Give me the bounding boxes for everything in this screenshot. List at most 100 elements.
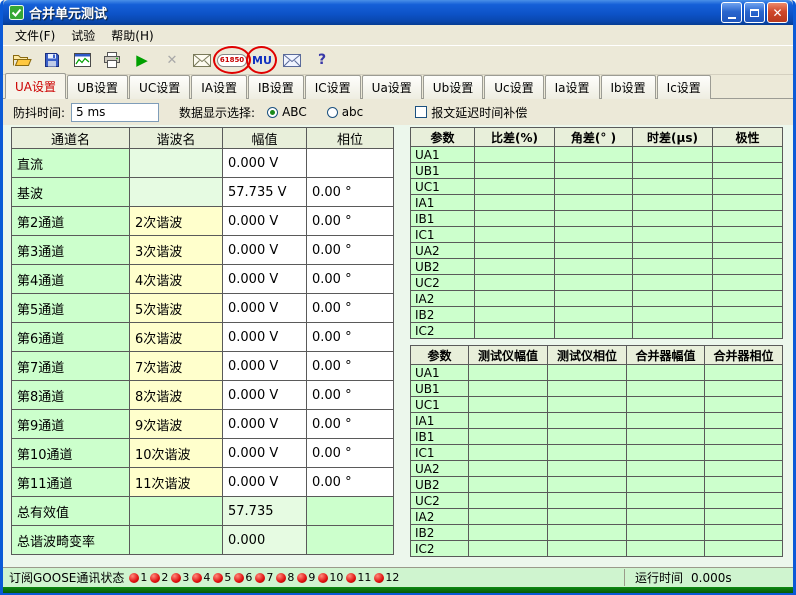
stop-button[interactable]: ✕	[159, 48, 185, 72]
amplitude-cell: 0.000 V	[223, 381, 307, 410]
window-controls: ✕	[721, 2, 788, 23]
maximize-button[interactable]	[744, 2, 765, 23]
radio-icon	[327, 107, 338, 118]
param-cell: UB2	[411, 477, 469, 493]
indicator-number: 11	[357, 571, 371, 584]
param-cell: UC2	[411, 493, 469, 509]
tab-UB[interactable]: UB设置	[67, 75, 128, 99]
param-cell: IC1	[411, 227, 475, 243]
amplitude-cell: 0.000	[223, 526, 307, 555]
save-icon	[44, 52, 60, 68]
value-cell	[555, 211, 633, 227]
mu-badge-button[interactable]: MU	[249, 48, 275, 72]
value-cell	[705, 429, 783, 445]
open-folder-button[interactable]	[9, 48, 35, 72]
value-cell	[713, 243, 783, 259]
left-header-0: 通道名	[12, 128, 130, 149]
tab-Ua[interactable]: Ua设置	[362, 75, 422, 99]
tab-Ia[interactable]: Ia设置	[545, 75, 600, 99]
value-cell	[555, 323, 633, 339]
harmonic-cell	[130, 178, 223, 207]
radio-abc-lower[interactable]: abc	[327, 105, 364, 119]
tab-Ic[interactable]: Ic设置	[657, 75, 711, 99]
message-frame2-icon	[283, 54, 301, 67]
menu-item-help[interactable]: 帮助(H)	[103, 25, 161, 46]
print-icon	[103, 52, 121, 68]
menu-item-file[interactable]: 文件(F)	[7, 25, 63, 46]
message-frame2-button[interactable]	[279, 48, 305, 72]
goose-indicator-10: 10	[318, 571, 343, 584]
message-frame-button[interactable]	[189, 48, 215, 72]
channel-cell: 总有效值	[12, 497, 130, 526]
rb-row-UA2: UA2	[411, 461, 783, 477]
tab-IC[interactable]: IC设置	[305, 75, 361, 99]
tab-Uc[interactable]: Uc设置	[484, 75, 543, 99]
rb-row-UC1: UC1	[411, 397, 783, 413]
tab-bar: UA设置UB设置UC设置IA设置IB设置IC设置Ua设置Ub设置Uc设置Ia设置…	[3, 75, 793, 99]
value-cell	[475, 227, 555, 243]
value-cell	[475, 195, 555, 211]
save-button[interactable]	[39, 48, 65, 72]
value-cell	[705, 509, 783, 525]
value-cell	[475, 147, 555, 163]
value-cell	[469, 445, 548, 461]
goose-indicator-9: 9	[297, 571, 315, 584]
param-cell: IB1	[411, 211, 475, 227]
rt-row-UC2: UC2	[411, 275, 783, 291]
left-row-13: 总谐波畸变率0.000	[12, 526, 394, 555]
value-cell	[705, 461, 783, 477]
tab-UA[interactable]: UA设置	[5, 73, 66, 99]
value-cell	[475, 323, 555, 339]
channel-cell: 第4通道	[12, 265, 130, 294]
radio-abc-upper[interactable]: ABC	[267, 105, 307, 119]
rb-row-IA2: IA2	[411, 509, 783, 525]
value-cell	[713, 323, 783, 339]
minimize-button[interactable]	[721, 2, 742, 23]
param-cell: UA2	[411, 243, 475, 259]
rb-row-UB1: UB1	[411, 381, 783, 397]
channel-cell: 基波	[12, 178, 130, 207]
delay-compensation-checkbox[interactable]: 报文延迟时间补偿	[415, 104, 527, 121]
tab-UC[interactable]: UC设置	[129, 75, 190, 99]
value-cell	[548, 429, 627, 445]
tab-IA[interactable]: IA设置	[191, 75, 247, 99]
value-cell	[469, 509, 548, 525]
help-button[interactable]: ?	[309, 48, 335, 72]
print-button[interactable]	[99, 48, 125, 72]
value-cell	[705, 493, 783, 509]
value-cell	[713, 179, 783, 195]
tab-IB[interactable]: IB设置	[248, 75, 304, 99]
value-cell	[627, 397, 705, 413]
harmonic-cell: 5次谐波	[130, 294, 223, 323]
value-cell	[713, 275, 783, 291]
message-frame-icon	[193, 54, 211, 67]
menu-item-test[interactable]: 试验	[63, 25, 103, 46]
value-cell	[555, 195, 633, 211]
tab-Ub[interactable]: Ub设置	[423, 75, 483, 99]
value-cell	[469, 477, 548, 493]
goose-indicator-8: 8	[276, 571, 294, 584]
debounce-input[interactable]	[71, 103, 159, 122]
rb-row-IB1: IB1	[411, 429, 783, 445]
iec61850-badge-button[interactable]: 61850	[219, 48, 245, 72]
channel-cell: 第7通道	[12, 352, 130, 381]
close-button[interactable]: ✕	[767, 2, 788, 23]
param-cell: IA1	[411, 413, 469, 429]
value-cell	[555, 243, 633, 259]
goose-indicator-3: 3	[171, 571, 189, 584]
error-result-table: 参数比差(%)角差(° )时差(μs)极性 UA1UB1UC1IA1IB1IC1…	[410, 127, 783, 339]
tab-Ib[interactable]: Ib设置	[601, 75, 656, 99]
value-cell	[548, 493, 627, 509]
waveform-report-button[interactable]	[69, 48, 95, 72]
rt-header-3: 时差(μs)	[633, 128, 713, 147]
value-cell	[633, 147, 713, 163]
value-cell	[475, 307, 555, 323]
value-cell	[548, 365, 627, 381]
rb-header-3: 合并器幅值	[627, 346, 705, 365]
channel-cell: 直流	[12, 149, 130, 178]
param-cell: UC1	[411, 397, 469, 413]
indicator-number: 1	[140, 571, 147, 584]
left-row-8: 第8通道8次谐波0.000 V0.00 °	[12, 381, 394, 410]
value-cell	[705, 525, 783, 541]
run-button[interactable]: ▶	[129, 48, 155, 72]
